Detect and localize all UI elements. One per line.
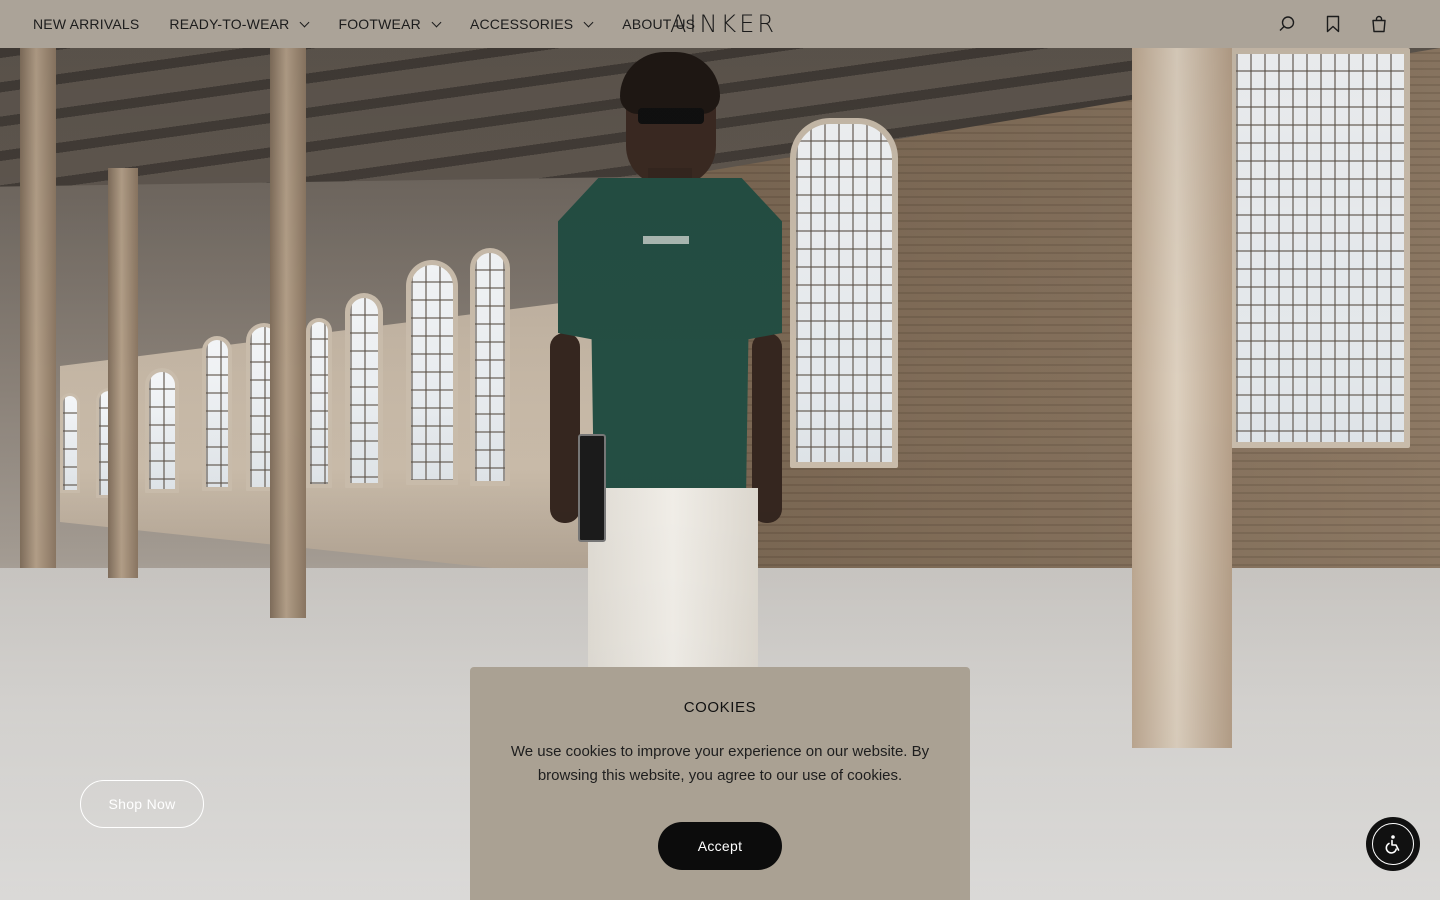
header-icons: [1252, 0, 1390, 48]
site-logo[interactable]: AINKER: [670, 10, 774, 38]
nav-footwear-label: FOOTWEAR: [338, 16, 421, 32]
main-nav: NEW ARRIVALS READY-TO-WEAR FOOTWEAR ACCE…: [33, 0, 725, 48]
accessibility-button[interactable]: [1368, 819, 1418, 869]
bookmark-icon[interactable]: [1322, 13, 1344, 35]
cookie-dialog: COOKIES We use cookies to improve your e…: [470, 667, 970, 900]
nav-ready-to-wear-label: READY-TO-WEAR: [169, 16, 290, 32]
nav-new-arrivals-label: NEW ARRIVALS: [33, 16, 140, 32]
bag-icon[interactable]: [1368, 13, 1390, 35]
shop-now-button[interactable]: Shop Now: [80, 780, 204, 828]
nav-accessories-label: ACCESSORIES: [469, 16, 574, 32]
nav-ready-to-wear[interactable]: READY-TO-WEAR: [169, 16, 310, 32]
nav-new-arrivals[interactable]: NEW ARRIVALS: [33, 16, 139, 32]
chevron-down-icon: [300, 17, 310, 27]
cookie-message: We use cookies to improve your experienc…: [510, 743, 930, 784]
cookie-title: COOKIES: [683, 699, 757, 716]
accessibility-icon: [1382, 833, 1404, 855]
site-header: NEW ARRIVALS READY-TO-WEAR FOOTWEAR ACCE…: [0, 0, 1440, 48]
chevron-down-icon: [431, 17, 442, 27]
nav-footwear[interactable]: FOOTWEAR: [338, 16, 442, 32]
search-icon[interactable]: [1276, 13, 1298, 35]
chevron-down-icon: [583, 17, 594, 27]
nav-accessories[interactable]: ACCESSORIES: [469, 16, 594, 32]
accept-cookies-button[interactable]: Accept: [658, 822, 782, 870]
